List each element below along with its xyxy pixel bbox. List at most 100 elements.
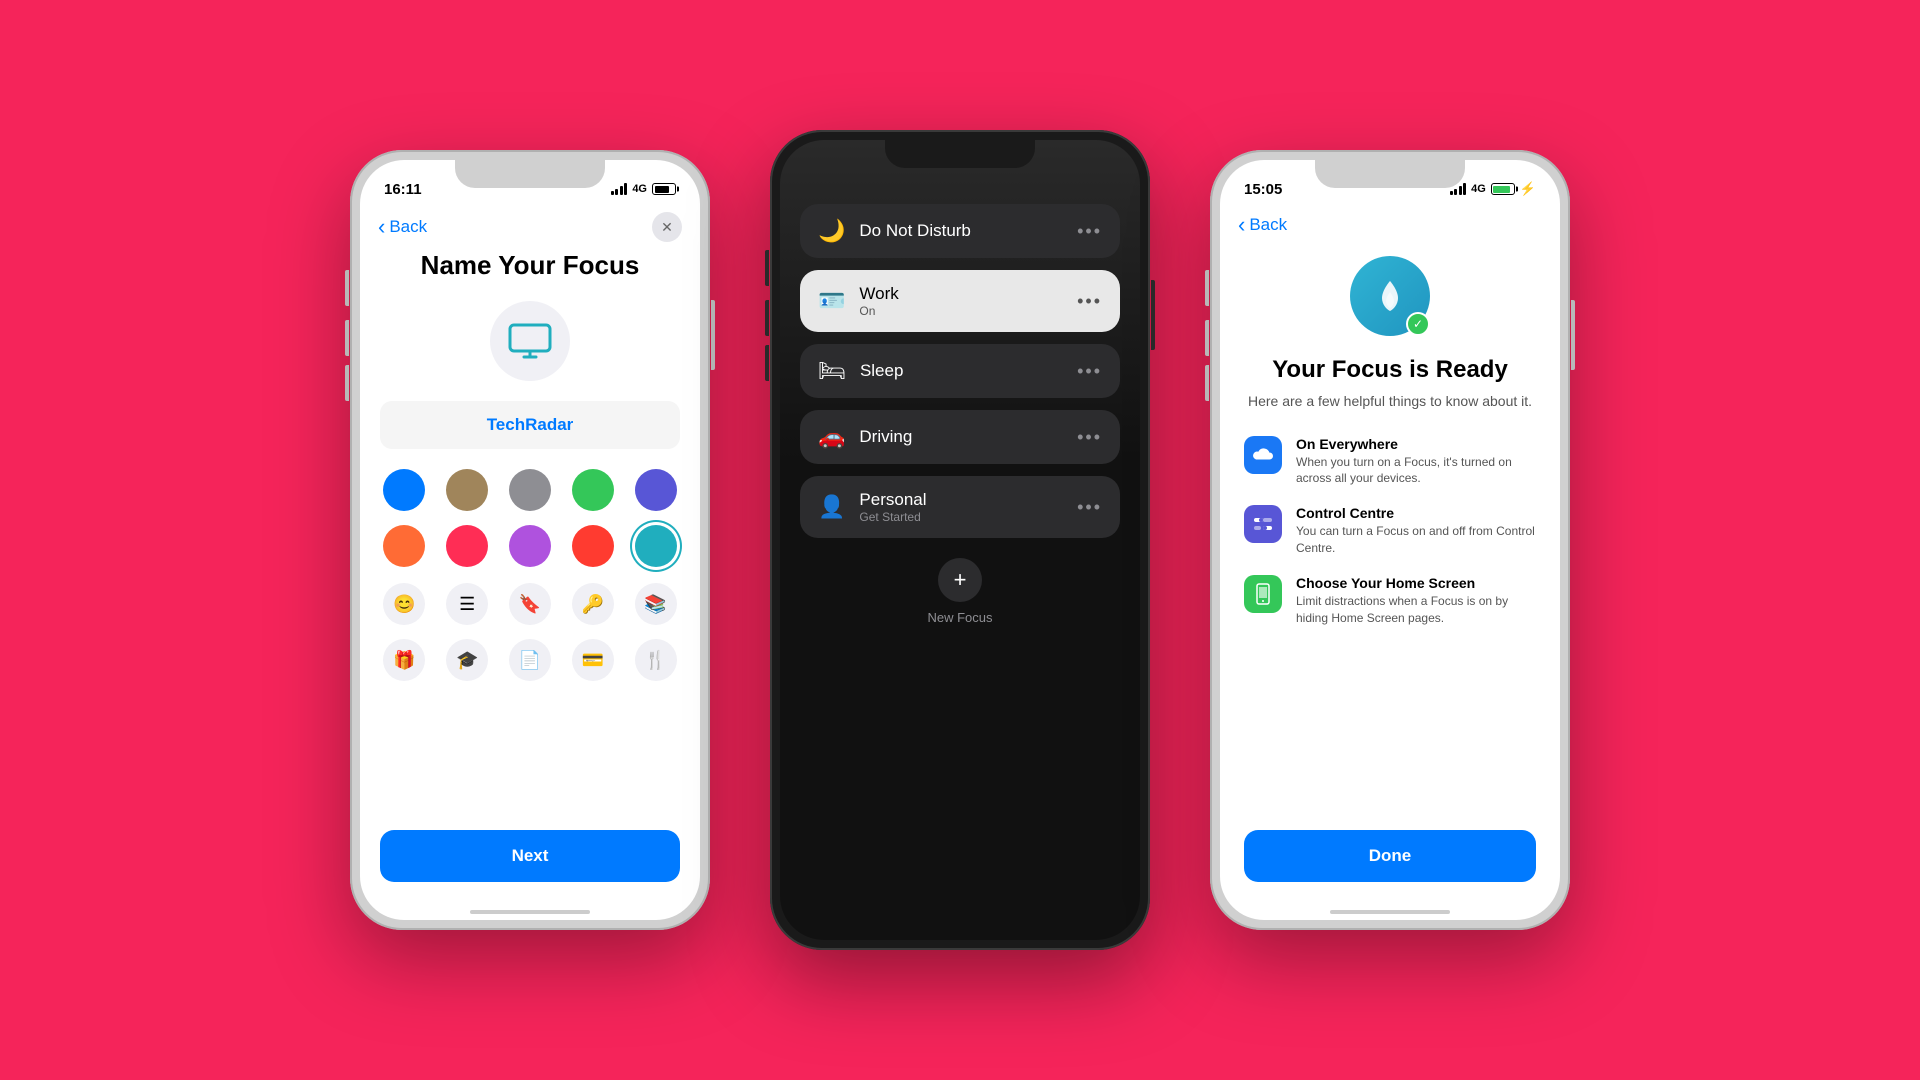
feature-item-everywhere: On Everywhere When you turn on a Focus, … [1244, 436, 1536, 488]
driving-icon: 🚗 [818, 424, 845, 450]
color-teal[interactable] [635, 525, 677, 567]
phone-3: 15:05 4G ⚡ [1210, 150, 1570, 930]
color-pink[interactable] [446, 525, 488, 567]
icon-books[interactable]: 📚 [635, 583, 677, 625]
back-button-1[interactable]: Back [378, 214, 427, 240]
page-title-1: Name Your Focus [421, 250, 640, 281]
monitor-icon [508, 323, 552, 359]
phone-1-screen: 16:11 4G Ba [360, 160, 700, 920]
icon-graduation[interactable]: 🎓 [446, 639, 488, 681]
signal-icon-1 [611, 183, 628, 195]
color-orange[interactable] [383, 525, 425, 567]
icon-utensils[interactable]: 🍴 [635, 639, 677, 681]
phone-svg [1256, 583, 1270, 605]
color-gray[interactable] [509, 469, 551, 511]
driving-name: Driving [859, 427, 912, 447]
notch-2 [885, 140, 1035, 168]
driving-left: 🚗 Driving [818, 424, 912, 450]
cloud-svg [1252, 446, 1274, 464]
work-dots[interactable]: ••• [1077, 291, 1102, 312]
feature-title-homescreen: Choose Your Home Screen [1296, 575, 1536, 591]
driving-text: Driving [859, 427, 912, 447]
feature-desc-everywhere: When you turn on a Focus, it's turned on… [1296, 454, 1536, 488]
dnd-text: Do Not Disturb [859, 221, 970, 241]
status-icons-3: 4G ⚡ [1450, 181, 1536, 197]
color-tan[interactable] [446, 469, 488, 511]
network-1: 4G [632, 183, 647, 195]
feature-title-everywhere: On Everywhere [1296, 436, 1536, 452]
icon-list[interactable]: ☰ [446, 583, 488, 625]
icon-bookmark[interactable]: 🔖 [509, 583, 551, 625]
work-sub: On [859, 304, 898, 318]
done-button[interactable]: Done [1244, 830, 1536, 882]
plus-icon: + [954, 567, 967, 593]
back-button-3[interactable]: Back [1238, 212, 1287, 238]
icon-smiley[interactable]: 😊 [383, 583, 425, 625]
notch-3 [1315, 160, 1465, 188]
color-purple[interactable] [635, 469, 677, 511]
home-indicator-3 [1330, 910, 1450, 914]
battery-fill-3 [1493, 186, 1510, 193]
icon-gift[interactable]: 🎁 [383, 639, 425, 681]
focus-item-dnd[interactable]: 🌙 Do Not Disturb ••• [800, 204, 1120, 258]
feature-text-everywhere: On Everywhere When you turn on a Focus, … [1296, 436, 1536, 488]
main-content-3: ✓ Your Focus is Ready Here are a few hel… [1220, 246, 1560, 902]
status-icons-1: 4G [611, 183, 676, 195]
feature-text-control: Control Centre You can turn a Focus on a… [1296, 505, 1536, 557]
color-picker [380, 469, 680, 567]
phone-2: 🌙 Do Not Disturb ••• 🪪 Work On [770, 130, 1150, 950]
feature-desc-control: You can turn a Focus on and off from Con… [1296, 523, 1536, 557]
phone-icon [1244, 575, 1282, 613]
close-button-1[interactable]: ✕ [652, 212, 682, 242]
phone-1: 16:11 4G Ba [350, 150, 710, 930]
personal-text: Personal Get Started [859, 490, 926, 524]
phone-2-content: 🌙 Do Not Disturb ••• 🪪 Work On [780, 140, 1140, 940]
personal-dots[interactable]: ••• [1077, 497, 1102, 518]
color-green[interactable] [572, 469, 614, 511]
nav-bar-3: Back [1220, 204, 1560, 246]
battery-3 [1491, 183, 1515, 195]
color-violet[interactable] [509, 525, 551, 567]
feature-desc-homescreen: Limit distractions when a Focus is on by… [1296, 593, 1536, 627]
icon-picker: 😊 ☰ 🔖 🔑 📚 🎁 🎓 📄 💳 🍴 [380, 583, 680, 681]
focus-item-sleep[interactable]: 🛏 Sleep ••• [800, 344, 1120, 398]
focus-item-personal[interactable]: 👤 Personal Get Started ••• [800, 476, 1120, 538]
personal-left: 👤 Personal Get Started [818, 490, 927, 524]
flame-icon [1370, 276, 1410, 316]
icon-card[interactable]: 💳 [572, 639, 614, 681]
main-content-1: Name Your Focus TechRadar [360, 250, 700, 902]
sleep-dots[interactable]: ••• [1077, 361, 1102, 382]
network-3: 4G [1471, 183, 1486, 195]
work-name: Work [859, 284, 898, 304]
features-list: On Everywhere When you turn on a Focus, … [1244, 436, 1536, 627]
dnd-left: 🌙 Do Not Disturb [818, 218, 971, 244]
focus-item-driving[interactable]: 🚗 Driving ••• [800, 410, 1120, 464]
icon-document[interactable]: 📄 [509, 639, 551, 681]
back-chevron-3 [1238, 212, 1245, 238]
next-button[interactable]: Next [380, 830, 680, 882]
toggles-icon [1244, 505, 1282, 543]
color-blue[interactable] [383, 469, 425, 511]
battery-1 [652, 183, 676, 195]
sleep-icon: 🛏 [818, 358, 846, 384]
dnd-dots[interactable]: ••• [1077, 221, 1102, 242]
back-label-1: Back [389, 217, 427, 237]
focus-app-icon-container: ✓ [1350, 256, 1430, 336]
phone-3-content: 15:05 4G ⚡ [1220, 160, 1560, 920]
nav-bar-1: Back ✕ [360, 204, 700, 250]
new-focus-label: New Focus [927, 610, 992, 625]
focus-item-work[interactable]: 🪪 Work On ••• [800, 270, 1120, 332]
add-focus-button[interactable]: + [938, 558, 982, 602]
notch-1 [455, 160, 605, 188]
focus-name-input[interactable]: TechRadar [380, 401, 680, 449]
phone-3-screen: 15:05 4G ⚡ [1220, 160, 1560, 920]
icon-key[interactable]: 🔑 [572, 583, 614, 625]
driving-dots[interactable]: ••• [1077, 427, 1102, 448]
color-red[interactable] [572, 525, 614, 567]
time-1: 16:11 [384, 181, 422, 198]
personal-icon: 👤 [818, 494, 845, 520]
phone-2-screen: 🌙 Do Not Disturb ••• 🪪 Work On [780, 140, 1140, 940]
feature-text-homescreen: Choose Your Home Screen Limit distractio… [1296, 575, 1536, 627]
back-chevron-1 [378, 214, 385, 240]
back-label-3: Back [1249, 215, 1287, 235]
